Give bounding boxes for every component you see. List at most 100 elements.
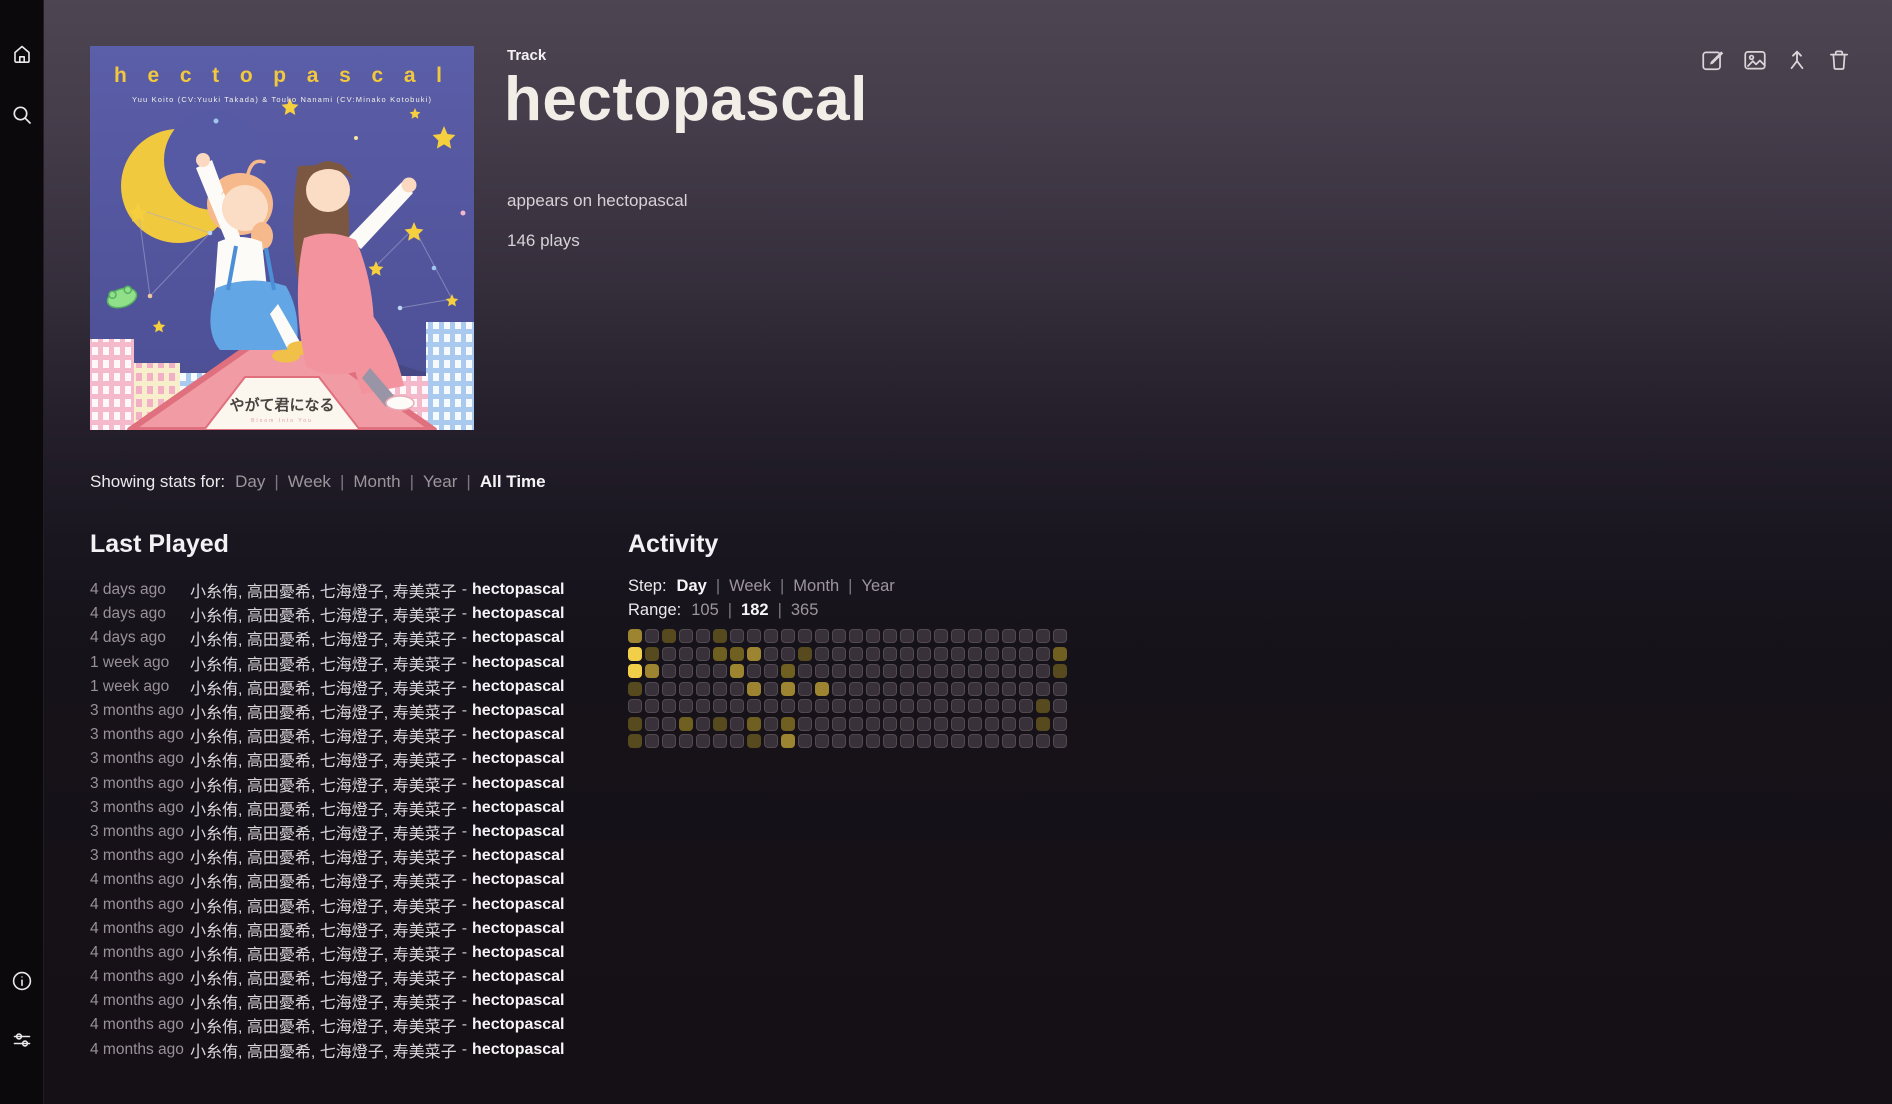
heatmap-cell <box>730 647 744 661</box>
range-option-365[interactable]: 365 <box>791 601 819 619</box>
heatmap-cell <box>798 629 812 643</box>
heatmap-cell <box>815 717 829 731</box>
heatmap-cell <box>645 699 659 713</box>
track-link[interactable]: hectopascal <box>472 629 564 647</box>
track-link[interactable]: hectopascal <box>472 775 564 793</box>
artist-links[interactable]: 小糸侑, 高田憂希, 七海燈子, 寿美菜子 <box>190 796 457 820</box>
stats-option-month[interactable]: Month <box>353 472 400 491</box>
heatmap-cell <box>934 717 948 731</box>
edit-icon[interactable] <box>1700 47 1726 73</box>
artist-links[interactable]: 小糸侑, 高田憂希, 七海燈子, 寿美菜子 <box>190 602 457 626</box>
stats-option-year[interactable]: Year <box>423 472 457 491</box>
track-link[interactable]: hectopascal <box>472 678 564 696</box>
heatmap-cell <box>1002 717 1016 731</box>
artist-links[interactable]: 小糸侑, 高田憂希, 七海燈子, 寿美菜子 <box>190 699 457 723</box>
track-link[interactable]: hectopascal <box>472 896 564 914</box>
track-link[interactable]: hectopascal <box>472 654 564 672</box>
artist-track-separator: - <box>462 896 467 914</box>
track-link[interactable]: hectopascal <box>472 605 564 623</box>
range-option-105[interactable]: 105 <box>691 601 719 619</box>
track-link[interactable]: hectopascal <box>472 920 564 938</box>
change-image-icon[interactable] <box>1742 47 1768 73</box>
scrobble-time: 4 months ago <box>90 1041 190 1059</box>
album-art[interactable]: やがて君になる Bloom Into You hectopascal Yuu K… <box>90 46 474 430</box>
artist-links[interactable]: 小糸侑, 高田憂希, 七海燈子, 寿美菜子 <box>190 1013 457 1037</box>
play-count: 146 plays <box>507 231 580 251</box>
sidebar <box>0 0 44 1104</box>
step-option-month[interactable]: Month <box>793 577 839 595</box>
stats-option-week[interactable]: Week <box>288 472 331 491</box>
artist-links[interactable]: 小糸侑, 高田憂希, 七海燈子, 寿美菜子 <box>190 675 457 699</box>
artist-links[interactable]: 小糸侑, 高田憂希, 七海燈子, 寿美菜子 <box>190 989 457 1013</box>
stats-range-selector: Showing stats for:Day|Week|Month|Year|Al… <box>90 472 546 492</box>
track-link[interactable]: hectopascal <box>472 702 564 720</box>
track-link[interactable]: hectopascal <box>472 847 564 865</box>
heatmap-cell <box>1002 647 1016 661</box>
entity-type-label: Track <box>507 47 546 64</box>
track-link[interactable]: hectopascal <box>472 726 564 744</box>
artist-links[interactable]: 小糸侑, 高田憂希, 七海燈子, 寿美菜子 <box>190 747 457 771</box>
heatmap-cell <box>1002 699 1016 713</box>
track-link[interactable]: hectopascal <box>472 750 564 768</box>
track-link[interactable]: hectopascal <box>472 1041 564 1059</box>
artist-links[interactable]: 小糸侑, 高田憂希, 七海燈子, 寿美菜子 <box>190 772 457 796</box>
track-link[interactable]: hectopascal <box>472 968 564 986</box>
heatmap-cell <box>662 699 676 713</box>
album-link[interactable]: hectopascal <box>597 191 688 210</box>
heatmap-cell <box>764 629 778 643</box>
heatmap-cell <box>781 682 795 696</box>
stats-option-day[interactable]: Day <box>235 472 265 491</box>
artist-links[interactable]: 小糸侑, 高田憂希, 七海燈子, 寿美菜子 <box>190 844 457 868</box>
last-played-heading: Last Played <box>90 530 229 559</box>
artist-links[interactable]: 小糸侑, 高田憂希, 七海燈子, 寿美菜子 <box>190 651 457 675</box>
track-link[interactable]: hectopascal <box>472 799 564 817</box>
artist-links[interactable]: 小糸侑, 高田憂希, 七海燈子, 寿美菜子 <box>190 626 457 650</box>
heatmap-cell <box>849 734 863 748</box>
home-icon[interactable] <box>10 42 34 66</box>
settings-sliders-icon[interactable] <box>10 1028 34 1052</box>
track-link[interactable]: hectopascal <box>472 871 564 889</box>
artist-track-separator: - <box>462 581 467 599</box>
track-link[interactable]: hectopascal <box>472 944 564 962</box>
search-icon[interactable] <box>10 103 34 127</box>
heatmap-cell <box>679 682 693 696</box>
heatmap-cell <box>798 717 812 731</box>
heatmap-cell <box>696 699 710 713</box>
artist-links[interactable]: 小糸侑, 高田憂希, 七海燈子, 寿美菜子 <box>190 868 457 892</box>
track-link[interactable]: hectopascal <box>472 992 564 1010</box>
artist-links[interactable]: 小糸侑, 高田憂希, 七海燈子, 寿美菜子 <box>190 965 457 989</box>
artist-links[interactable]: 小糸侑, 高田憂希, 七海燈子, 寿美菜子 <box>190 1038 457 1062</box>
step-option-day[interactable]: Day <box>677 577 707 595</box>
merge-icon[interactable] <box>1784 47 1810 73</box>
artist-track-separator: - <box>462 750 467 768</box>
artist-track-separator: - <box>462 799 467 817</box>
heatmap-cell <box>900 647 914 661</box>
heatmap-cell <box>985 734 999 748</box>
heatmap-cell <box>645 734 659 748</box>
artist-links[interactable]: 小糸侑, 高田憂希, 七海燈子, 寿美菜子 <box>190 723 457 747</box>
step-option-year[interactable]: Year <box>861 577 894 595</box>
track-link[interactable]: hectopascal <box>472 1016 564 1034</box>
track-link[interactable]: hectopascal <box>472 823 564 841</box>
heatmap-cell <box>730 699 744 713</box>
scrobble-row: 3 months ago小糸侑, 高田憂希, 七海燈子, 寿美菜子-hectop… <box>90 772 580 796</box>
delete-icon[interactable] <box>1826 47 1852 73</box>
artist-links[interactable]: 小糸侑, 高田憂希, 七海燈子, 寿美菜子 <box>190 941 457 965</box>
artist-links[interactable]: 小糸侑, 高田憂希, 七海燈子, 寿美菜子 <box>190 820 457 844</box>
heatmap-cell <box>764 717 778 731</box>
range-option-182[interactable]: 182 <box>741 601 769 619</box>
heatmap-cell <box>798 682 812 696</box>
scrobble-row: 3 months ago小糸侑, 高田憂希, 七海燈子, 寿美菜子-hectop… <box>90 844 580 868</box>
scrobble-row: 3 months ago小糸侑, 高田憂希, 七海燈子, 寿美菜子-hectop… <box>90 747 580 771</box>
stats-option-all-time[interactable]: All Time <box>480 472 546 491</box>
step-option-week[interactable]: Week <box>729 577 771 595</box>
heatmap-cell <box>781 717 795 731</box>
artist-links[interactable]: 小糸侑, 高田憂希, 七海燈子, 寿美菜子 <box>190 893 457 917</box>
heatmap-cell <box>1053 699 1067 713</box>
scrobble-row: 4 months ago小糸侑, 高田憂希, 七海燈子, 寿美菜子-hectop… <box>90 1013 580 1037</box>
artist-links[interactable]: 小糸侑, 高田憂希, 七海燈子, 寿美菜子 <box>190 917 457 941</box>
info-icon[interactable] <box>10 969 34 993</box>
heatmap-cell <box>934 629 948 643</box>
track-link[interactable]: hectopascal <box>472 581 564 599</box>
artist-links[interactable]: 小糸侑, 高田憂希, 七海燈子, 寿美菜子 <box>190 578 457 602</box>
